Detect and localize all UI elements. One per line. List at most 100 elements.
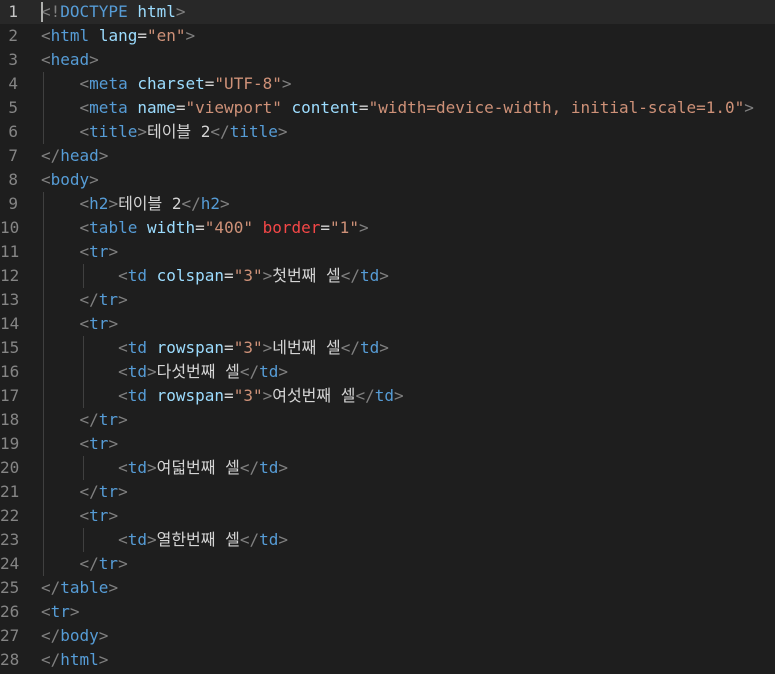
code-line[interactable]: 17 <td rowspan="3">여섯번째 셀</td> (0, 384, 775, 408)
token-punct: > (281, 74, 292, 93)
code-text[interactable]: <tr> (41, 600, 80, 624)
token-punct: <! (41, 2, 61, 21)
token-tag: tr (98, 482, 119, 501)
token-punct: < (118, 266, 128, 285)
code-line[interactable]: 11 <tr> (0, 240, 775, 264)
code-text[interactable]: <td rowspan="3">네번째 셀</td> (41, 336, 389, 360)
code-text[interactable]: <td>열한번째 셀</td> (41, 528, 288, 552)
code-text[interactable]: <td colspan="3">첫번째 셀</td> (41, 264, 389, 288)
code-text[interactable]: <meta charset="UTF-8"> (41, 72, 292, 96)
code-line[interactable]: 13 </tr> (0, 288, 775, 312)
token-tag: title (229, 122, 278, 141)
code-line[interactable]: 26 <tr> (0, 600, 775, 624)
code-line[interactable]: 15 <td rowspan="3">네번째 셀</td> (0, 336, 775, 360)
token-text: = (137, 26, 147, 45)
token-str: "3" (233, 338, 263, 357)
token-tag: head (60, 146, 99, 165)
token-punct: > (278, 362, 289, 381)
token-punct: > (744, 98, 754, 117)
code-line[interactable]: 21 </tr> (0, 480, 775, 504)
code-line[interactable]: 5 <meta name="viewport" content="width=d… (0, 96, 775, 120)
code-text[interactable]: <tr> (41, 504, 119, 528)
code-text[interactable]: <body> (41, 168, 99, 192)
code-text[interactable]: <html lang="en"> (41, 24, 195, 48)
code-text[interactable]: <meta name="viewport" content="width=dev… (41, 96, 754, 120)
token-punct: < (41, 170, 51, 189)
code-editor[interactable]: 1 <!DOCTYPE html> 2 <html lang="en"> 3 <head>… (0, 0, 775, 674)
code-line[interactable]: 19 <tr> (0, 432, 775, 456)
code-text[interactable]: </tr> (41, 552, 128, 576)
code-text[interactable]: </tr> (41, 288, 128, 312)
code-line[interactable]: 6 <title>테이블 2</title> (0, 120, 775, 144)
token-attr: charset (137, 74, 205, 93)
code-line[interactable]: 9 <h2>테이블 2</h2> (0, 192, 775, 216)
token-tag: head (50, 50, 90, 69)
token-punct: </ (79, 482, 99, 501)
code-line[interactable]: 28 </html> (0, 648, 775, 672)
code-line[interactable]: 25 </table> (0, 576, 775, 600)
token-tag: body (60, 626, 99, 645)
code-line[interactable]: 27 </body> (0, 624, 775, 648)
code-text[interactable]: <table width="400" border="1"> (41, 216, 369, 240)
token-punct: > (278, 458, 289, 477)
code-line[interactable]: 12 <td colspan="3">첫번째 셀</td> (0, 264, 775, 288)
code-text[interactable]: <head> (41, 48, 99, 72)
token-punct: </ (239, 530, 260, 549)
token-tag: tr (89, 506, 109, 525)
code-line[interactable]: 14 <tr> (0, 312, 775, 336)
code-text[interactable]: <td>여덟번째 셀</td> (41, 456, 288, 480)
code-line[interactable]: 22 <tr> (0, 504, 775, 528)
token-text: = (204, 74, 215, 93)
code-line[interactable]: 3 <head> (0, 48, 775, 72)
code-line[interactable]: 8 <body> (0, 168, 775, 192)
code-text[interactable]: </html> (41, 648, 108, 672)
line-number: 14 (0, 314, 20, 333)
code-text[interactable]: </tr> (41, 408, 128, 432)
token-punct: < (118, 362, 128, 381)
code-line[interactable]: 7 </head> (0, 144, 775, 168)
code-line[interactable]: 20 <td>여덟번째 셀</td> (0, 456, 775, 480)
token-attr: rowspan (156, 338, 225, 357)
token-tag: meta (89, 74, 128, 93)
token-punct: > (108, 578, 119, 597)
code-text[interactable]: </head> (41, 144, 108, 168)
code-text[interactable]: <tr> (41, 312, 119, 336)
token-str: "1" (330, 218, 359, 237)
token-punct: </ (41, 578, 61, 597)
code-line[interactable]: 16 <td>다섯번째 셀</td> (0, 360, 775, 384)
code-text[interactable]: </table> (41, 576, 118, 600)
token-attr: colspan (156, 266, 225, 285)
code-text[interactable]: <!DOCTYPE html> (41, 0, 186, 24)
code-line[interactable]: 24 </tr> (0, 552, 775, 576)
token-text: 여섯번째 셀 (272, 386, 356, 405)
code-line[interactable]: 23 <td>열한번째 셀</td> (0, 528, 775, 552)
code-text[interactable]: <td>다섯번째 셀</td> (41, 360, 288, 384)
token-punct: < (79, 122, 90, 141)
code-text[interactable]: <title>테이블 2</title> (41, 120, 288, 144)
line-number: 4 (8, 74, 18, 93)
line-number: 11 (0, 242, 20, 261)
token-punct: < (41, 50, 51, 69)
code-line[interactable]: 18 </tr> (0, 408, 775, 432)
code-text[interactable]: <tr> (41, 432, 119, 456)
code-text[interactable]: <h2>테이블 2</h2> (41, 192, 230, 216)
token-punct: > (98, 650, 109, 669)
token-tag: meta (89, 98, 128, 117)
token-punct: </ (41, 650, 61, 669)
code-text[interactable]: <tr> (41, 240, 119, 264)
code-line[interactable]: 10 <table width="400" border="1"> (0, 216, 775, 240)
code-line[interactable]: 1 <!DOCTYPE html> (0, 0, 775, 24)
token-punct: < (118, 386, 128, 405)
code-line[interactable]: 2 <html lang="en"> (0, 24, 775, 48)
code-text[interactable]: <td rowspan="3">여섯번째 셀</td> (41, 384, 404, 408)
code-text[interactable]: </tr> (41, 480, 128, 504)
code-line[interactable]: 4 <meta charset="UTF-8"> (0, 72, 775, 96)
code-text[interactable]: </body> (41, 624, 108, 648)
line-number: 20 (0, 458, 20, 477)
token-tag: html (50, 26, 90, 45)
